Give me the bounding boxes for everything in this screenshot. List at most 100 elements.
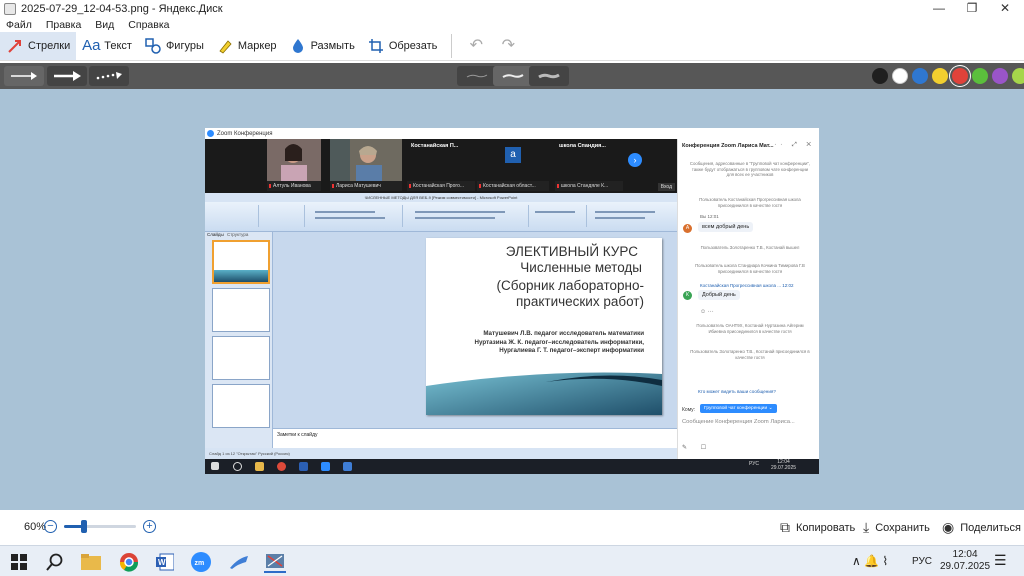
- chat-msg2-text: Добрый день: [698, 290, 740, 300]
- slide-title-line3: (Сборник лабораторно-практических работ): [496, 278, 645, 309]
- notification-icon[interactable]: ☰: [994, 552, 1007, 569]
- zoom-out-button[interactable]: −: [44, 520, 57, 533]
- arrow-style-thin-button[interactable]: [4, 66, 44, 86]
- participant-photo-2: [330, 139, 402, 181]
- next-page-button[interactable]: ›: [628, 153, 642, 167]
- line-width-thin-button[interactable]: [457, 66, 497, 86]
- tile-header-3: Костанайская П...: [411, 143, 459, 149]
- copy-button[interactable]: ⧉ Копировать: [780, 519, 855, 536]
- start-button[interactable]: [8, 551, 30, 573]
- taskbar-chrome[interactable]: [118, 551, 140, 573]
- chat-join-notice-4: Пользователь ОАНТ9Х, Костанай Нуртазина …: [696, 323, 804, 334]
- current-slide[interactable]: ЭЛЕКТИВНЫЙ КУРС Численные методы (Сборни…: [426, 238, 662, 415]
- chat-header-icons[interactable]: ··· ⤢ ✕: [768, 142, 815, 149]
- color-swatch[interactable]: [972, 68, 988, 84]
- color-swatch[interactable]: [952, 68, 968, 84]
- marker-tool[interactable]: Маркер: [210, 32, 283, 60]
- outline-tab[interactable]: Структура: [227, 232, 248, 237]
- tray-lang[interactable]: РУС: [912, 556, 932, 567]
- taskbar-explorer[interactable]: [80, 551, 102, 573]
- slide-thumbnail-2[interactable]: [212, 288, 270, 332]
- embedded-zoom-icon: [321, 462, 330, 471]
- chat-header: Конференция Zoom Лариса Мат...: [682, 143, 774, 149]
- slide-author-2: Нуртазина Ж. К. педагог–исследователь ин…: [474, 338, 644, 346]
- embedded-folder-icon: [255, 462, 264, 471]
- crop-tool-label: Обрезать: [388, 39, 438, 52]
- embedded-search-icon: [233, 462, 242, 471]
- participant-name-5: школа Стандяле К...: [555, 181, 623, 191]
- menu-edit[interactable]: Правка: [46, 19, 81, 31]
- color-swatch[interactable]: [892, 68, 908, 84]
- participant-name-2: Лариса Матушевич: [330, 181, 402, 191]
- folder-icon: [81, 554, 101, 570]
- slide-thumbnail-1[interactable]: [212, 240, 270, 284]
- color-swatch[interactable]: [1012, 68, 1024, 84]
- copy-label: Копировать: [796, 521, 856, 534]
- arrow-style-dotted-button[interactable]: [89, 66, 129, 86]
- line-width-medium-button[interactable]: [493, 66, 533, 86]
- taskbar-screenshot-app[interactable]: [264, 551, 286, 573]
- participant-photo-1: [267, 139, 321, 181]
- video-tile-1: Алтуль Иванова: [267, 139, 321, 191]
- slide-author-1: Матушевич Л.В. педагог исследователь мат…: [483, 330, 644, 337]
- tool-options-strip: [0, 63, 1024, 89]
- shapes-tool[interactable]: Фигуры: [138, 32, 210, 60]
- tray-icons[interactable]: ∧ 🔔 ⌇: [852, 554, 888, 568]
- arrows-tool[interactable]: Стрелки: [0, 31, 77, 60]
- close-button[interactable]: ✕: [988, 0, 1022, 18]
- share-label: Поделиться: [960, 521, 1021, 534]
- chat-recipient-select[interactable]: Групповой чат конференции ⌄: [700, 404, 777, 413]
- zoom-slider-handle[interactable]: [81, 520, 88, 533]
- chat-msg2-sender: Костанайская Прогрессивная школа ... 12:…: [700, 283, 794, 288]
- chat-message-input[interactable]: Сообщение Конференция Zoom Лариса...: [682, 419, 816, 425]
- undo-button[interactable]: ↶: [464, 34, 488, 58]
- powerpoint-window: ЧИСЛЕННЫЕ МЕТОДЫ ДЛЯ ВЕБ-9 [Режим совмес…: [205, 193, 677, 459]
- embedded-tray-lang: РУС: [749, 461, 760, 467]
- arrow-style-thick-button[interactable]: [47, 66, 87, 86]
- color-swatch[interactable]: [932, 68, 948, 84]
- menu-file[interactable]: Файл: [6, 19, 32, 31]
- chat-who-sees-link[interactable]: Кто может видеть ваши сообщения?: [698, 389, 776, 394]
- yandex-disk-icon: [230, 556, 248, 569]
- chat-msg1-text: всем добрый день: [698, 222, 754, 232]
- slide-thumbnail-3[interactable]: [212, 336, 270, 380]
- minimize-button[interactable]: —: [922, 0, 956, 18]
- maximize-button[interactable]: ❐: [955, 0, 989, 18]
- zoom-in-button[interactable]: +: [143, 520, 156, 533]
- arrow-icon: [6, 37, 24, 55]
- chat-msg1-avatar: А: [683, 224, 692, 233]
- participant-avatar: a: [505, 147, 521, 163]
- bottom-bar: 60% − + ⧉ Копировать ⤓ Сохранить ◉ Подел…: [0, 510, 1024, 545]
- text-tool[interactable]: Aa Текст: [76, 32, 138, 60]
- chat-footer-icons[interactable]: ✎ ☐: [682, 444, 712, 451]
- chat-reaction-icons[interactable]: ☺ ···: [700, 309, 714, 315]
- ppt-ribbon: [205, 202, 677, 232]
- slides-tab[interactable]: Слайды: [207, 232, 224, 237]
- zoom-slider[interactable]: [64, 520, 136, 533]
- tray-clock[interactable]: 12:04 29.07.2025: [940, 549, 990, 573]
- save-button[interactable]: ⤓ Сохранить: [863, 519, 930, 536]
- taskbar-search-button[interactable]: [44, 551, 66, 573]
- taskbar-yandex-disk[interactable]: [228, 551, 250, 573]
- ppt-status-bar: Слайд 1 из 12 "Открытая" Русский (Россия…: [205, 448, 677, 459]
- taskbar-word[interactable]: W: [154, 551, 176, 573]
- taskbar-zoom[interactable]: zm: [190, 551, 212, 573]
- save-icon: ⤓: [863, 519, 870, 535]
- share-button[interactable]: ◉ Поделиться: [942, 519, 1021, 536]
- slide-thumbnail-4[interactable]: [212, 384, 270, 428]
- tray-date: 29.07.2025: [940, 561, 991, 572]
- toolbar-separator: [451, 33, 453, 58]
- color-swatch[interactable]: [912, 68, 928, 84]
- line-width-thick-button[interactable]: [529, 66, 569, 86]
- blur-tool[interactable]: Размыть: [283, 32, 361, 60]
- color-swatch[interactable]: [872, 68, 888, 84]
- menu-view[interactable]: Вид: [95, 19, 114, 31]
- share-icon: ◉: [942, 519, 955, 535]
- color-swatch[interactable]: [992, 68, 1008, 84]
- crop-tool[interactable]: Обрезать: [361, 32, 444, 60]
- chat-join-notice-5: Пользователь Золотаренко Т.В., Костанай …: [690, 349, 810, 360]
- redo-button[interactable]: ↷: [496, 34, 520, 58]
- slide-notes-field[interactable]: Заметки к слайду: [273, 428, 677, 448]
- zoom-logo-icon: [207, 130, 214, 137]
- menu-help[interactable]: Справка: [128, 19, 169, 31]
